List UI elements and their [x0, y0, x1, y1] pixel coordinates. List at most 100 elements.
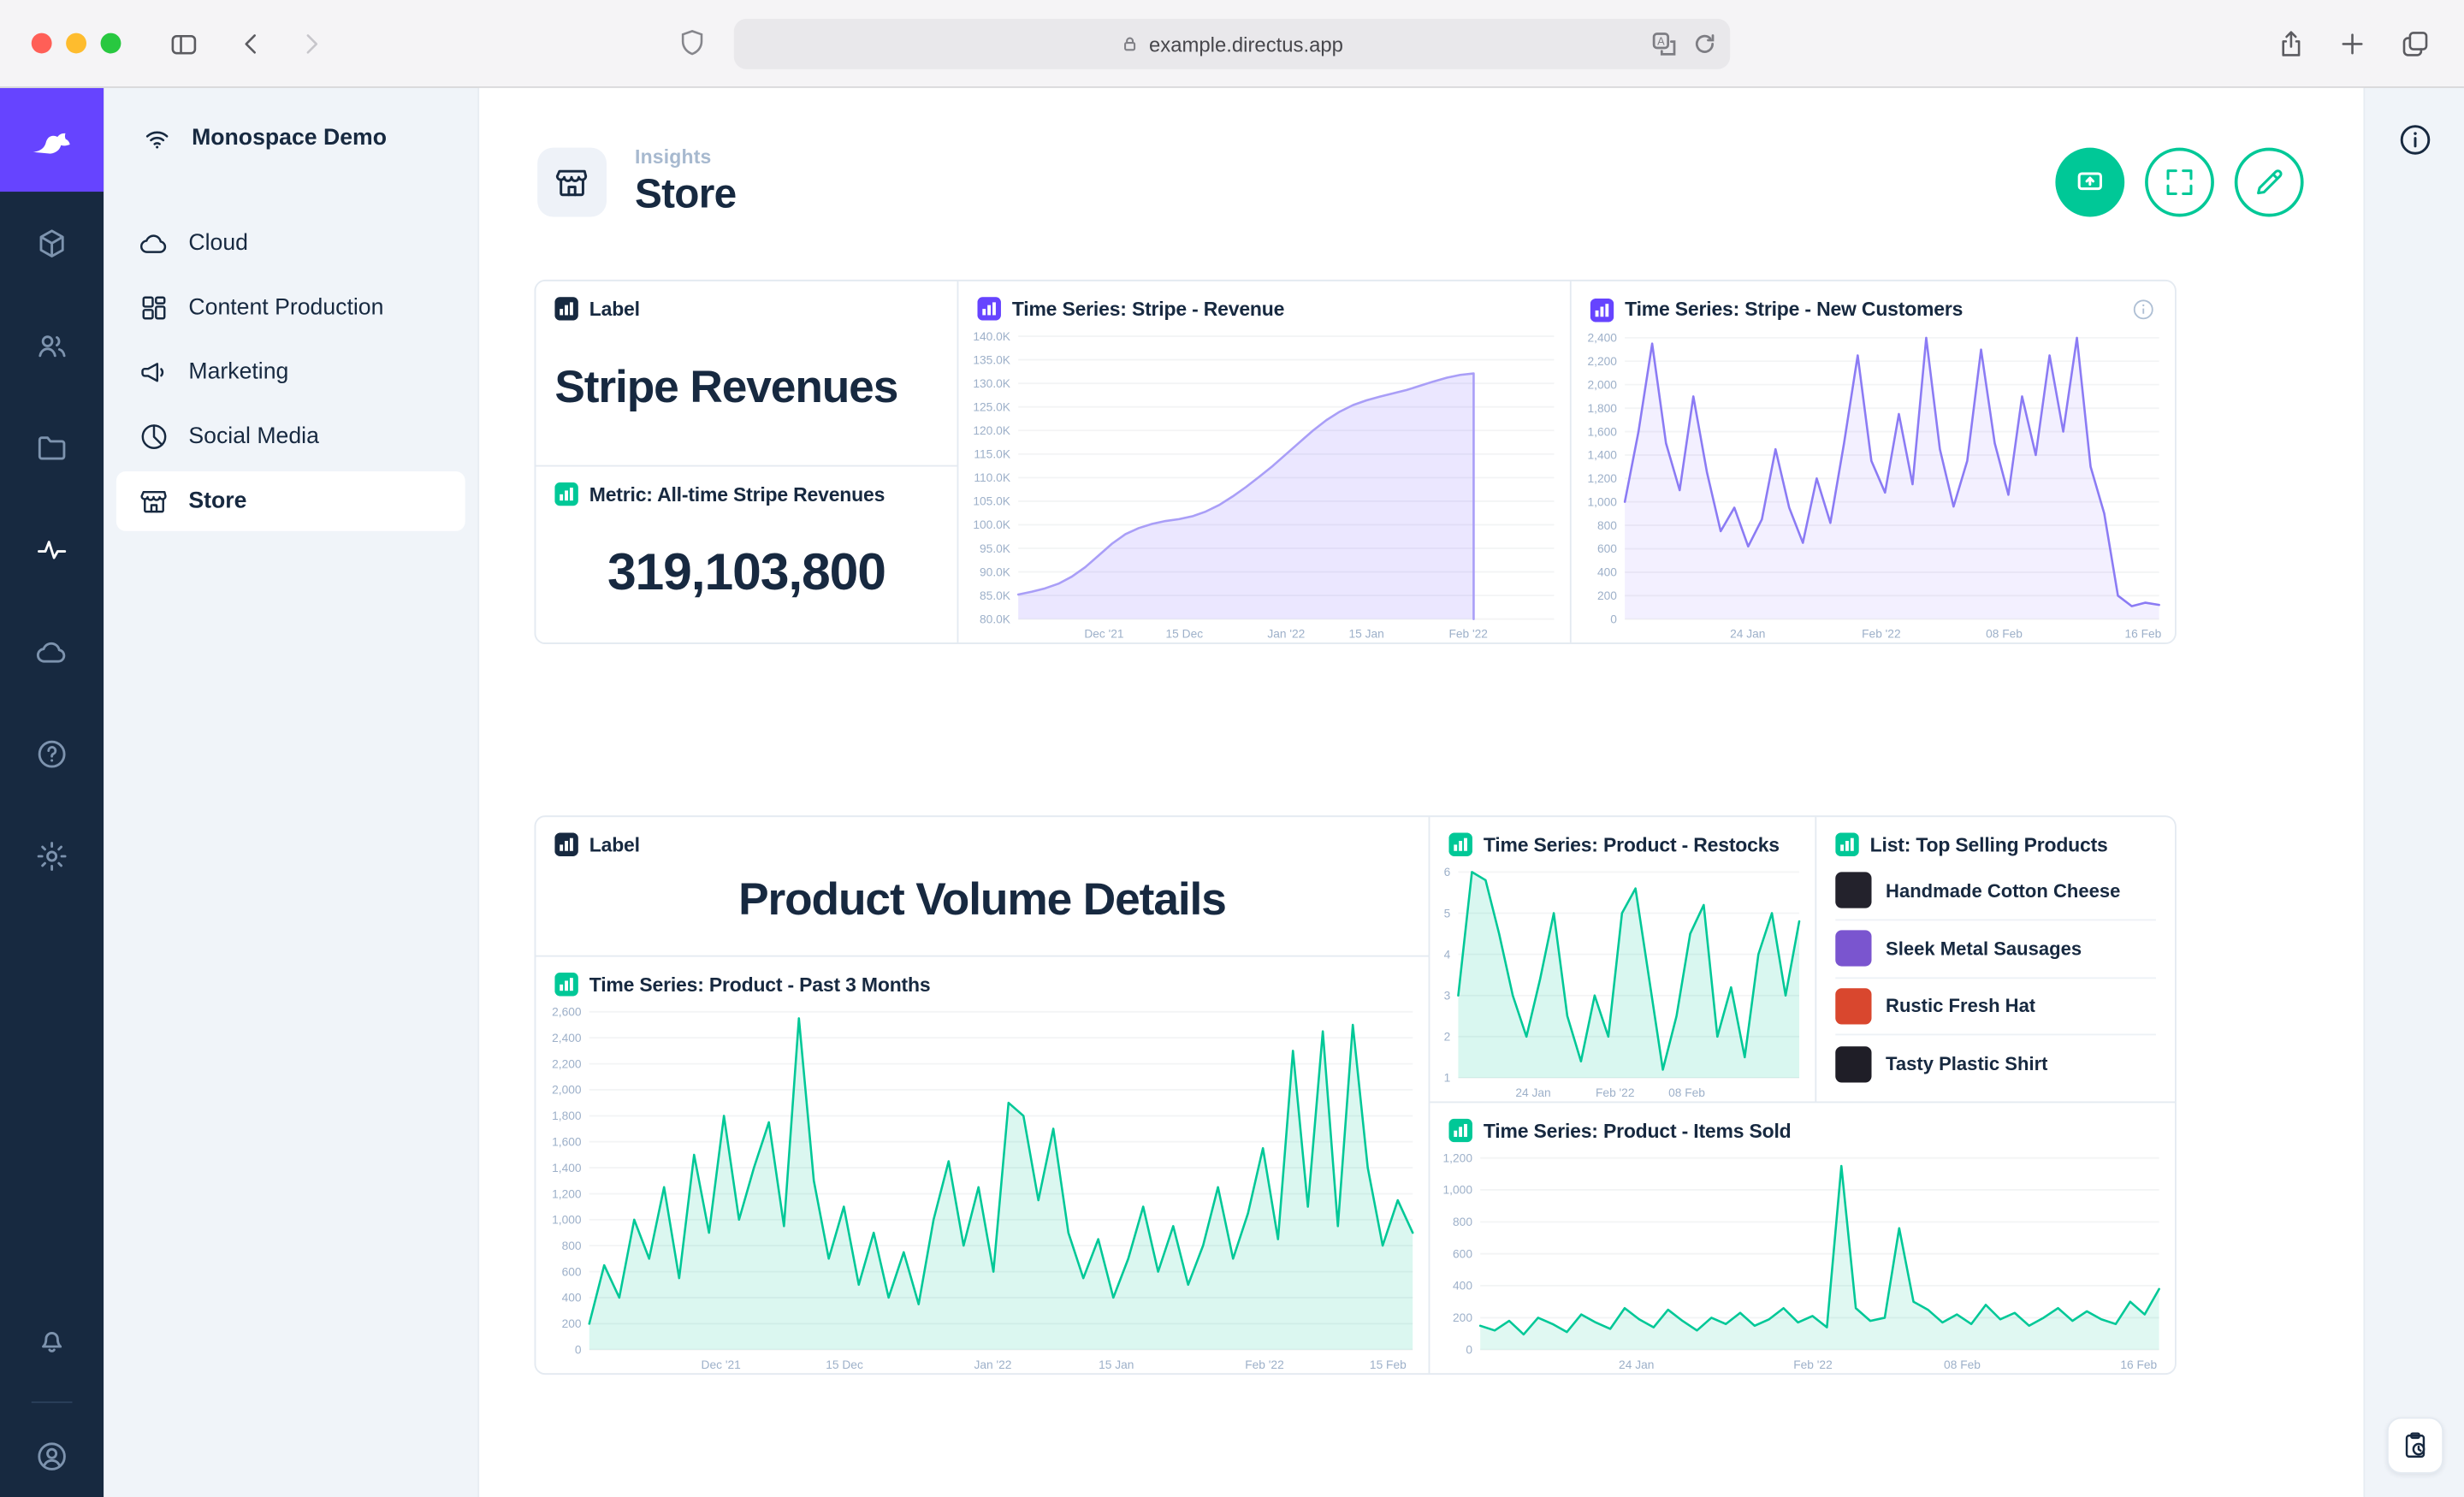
- panel-row-2: Label Product Volume Details Time Series…: [534, 815, 2176, 1375]
- chevron-left-icon: [236, 28, 268, 60]
- module-users-button[interactable]: [0, 293, 104, 395]
- address-bar[interactable]: example.directus.app A: [734, 19, 1730, 69]
- share-button[interactable]: [2269, 22, 2313, 66]
- share-icon: [2276, 28, 2307, 60]
- gear-icon: [34, 838, 68, 873]
- svg-text:125.0K: 125.0K: [973, 400, 1010, 413]
- svg-text:2,200: 2,200: [552, 1057, 582, 1070]
- sidebar-item-marketing[interactable]: Marketing: [116, 342, 465, 402]
- fullscreen-icon: [2162, 165, 2196, 199]
- svg-text:15 Dec: 15 Dec: [1166, 628, 1204, 641]
- svg-text:2,400: 2,400: [552, 1032, 582, 1044]
- sidebar-toggle-icon: [169, 28, 200, 60]
- user-avatar-button[interactable]: [0, 1416, 104, 1497]
- sidebar-toggle-button[interactable]: [162, 22, 205, 66]
- forward-button[interactable]: [289, 22, 333, 66]
- product-items-sold-chart: 1,2001,000800600400200024 JanFeb '2208 F…: [1430, 1145, 2175, 1373]
- panel-type-icon: [554, 482, 578, 506]
- module-settings-button[interactable]: [0, 804, 104, 906]
- svg-text:80.0K: 80.0K: [980, 612, 1011, 625]
- module-cloud-button[interactable]: [0, 601, 104, 702]
- svg-text:6: 6: [1444, 866, 1451, 879]
- module-help-button[interactable]: [0, 702, 104, 804]
- zoom-button[interactable]: [2055, 148, 2124, 217]
- list-item[interactable]: Rustic Fresh Hat: [1835, 978, 2156, 1035]
- product-name: Sleek Metal Sausages: [1886, 938, 2082, 960]
- window-minimize-button[interactable]: [66, 33, 86, 54]
- panel-type-icon: [1835, 832, 1859, 856]
- panel-product-restocks-chart: Time Series: Product - Restocks 65432124…: [1430, 817, 1815, 1101]
- panel-header-label: List: Top Selling Products: [1870, 833, 2108, 855]
- dashboard-list: Cloud Content Production Marketing Socia…: [104, 214, 477, 536]
- svg-text:Dec '21: Dec '21: [702, 1358, 741, 1371]
- plus-icon: [2337, 28, 2368, 60]
- sidebar-item-label: Marketing: [188, 360, 288, 385]
- cloud-icon: [34, 634, 68, 668]
- notifications-button[interactable]: [0, 1287, 104, 1388]
- info-sidebar-button[interactable]: [2396, 121, 2433, 158]
- panel-type-icon: [1448, 832, 1472, 856]
- sidebar-item-content-production[interactable]: Content Production: [116, 278, 465, 338]
- project-header[interactable]: Monospace Demo: [104, 88, 477, 189]
- panel-header-label: Label: [589, 833, 640, 855]
- module-insights-button[interactable]: [0, 498, 104, 600]
- module-files-button[interactable]: [0, 396, 104, 498]
- product-past-3-months-chart: 2,6002,4002,2002,0001,8001,6001,4001,200…: [536, 999, 1428, 1373]
- module-content-button[interactable]: [0, 192, 104, 293]
- window-close-button[interactable]: [32, 33, 52, 54]
- svg-text:1,200: 1,200: [552, 1187, 582, 1200]
- svg-text:2,400: 2,400: [1588, 332, 1618, 345]
- signal-icon: [141, 122, 173, 154]
- svg-text:15 Feb: 15 Feb: [1370, 1358, 1407, 1371]
- svg-text:400: 400: [1453, 1280, 1472, 1293]
- svg-text:08 Feb: 08 Feb: [1986, 628, 2023, 641]
- svg-text:08 Feb: 08 Feb: [1944, 1358, 1981, 1371]
- sidebar-item-store[interactable]: Store: [116, 471, 465, 531]
- list-item[interactable]: Sleek Metal Sausages: [1835, 920, 2156, 978]
- product-restocks-chart: 65432124 JanFeb '2208 Feb: [1430, 860, 1815, 1102]
- svg-text:90.0K: 90.0K: [980, 565, 1011, 578]
- back-button[interactable]: [229, 22, 273, 66]
- svg-text:95.0K: 95.0K: [980, 542, 1011, 555]
- svg-text:1,200: 1,200: [1588, 472, 1618, 485]
- fullscreen-button[interactable]: [2145, 148, 2214, 217]
- breadcrumb[interactable]: Insights: [635, 146, 736, 169]
- svg-text:1,000: 1,000: [1443, 1184, 1473, 1197]
- panel-info-icon[interactable]: [2131, 297, 2156, 322]
- panel-header-label: Label: [589, 298, 640, 320]
- new-tab-button[interactable]: [2331, 22, 2374, 66]
- activity-log-button[interactable]: [2386, 1417, 2443, 1474]
- tabs-overview-button[interactable]: [2393, 22, 2437, 66]
- panel-header-label: Metric: All-time Stripe Revenues: [589, 483, 885, 506]
- sidebar-item-cloud[interactable]: Cloud: [116, 214, 465, 274]
- svg-text:2,600: 2,600: [552, 1006, 582, 1019]
- panel-label-stripe: Label Stripe Revenues: [536, 281, 957, 465]
- metric-value: 319,103,800: [536, 509, 957, 642]
- svg-text:100.0K: 100.0K: [973, 518, 1010, 531]
- svg-text:1,600: 1,600: [1588, 425, 1618, 438]
- edit-dashboard-button[interactable]: [2235, 148, 2304, 217]
- reload-icon[interactable]: [1692, 32, 1717, 56]
- megaphone-icon: [139, 357, 170, 388]
- product-thumbnail: [1835, 873, 1871, 908]
- svg-text:15 Jan: 15 Jan: [1349, 628, 1384, 641]
- svg-text:Feb '22: Feb '22: [1448, 628, 1488, 641]
- svg-text:08 Feb: 08 Feb: [1668, 1086, 1705, 1099]
- screen: example.directus.app A: [0, 0, 2464, 1497]
- list-item[interactable]: Tasty Plastic Shirt: [1835, 1036, 2156, 1092]
- svg-text:1,000: 1,000: [552, 1214, 582, 1227]
- sidebar-item-social-media[interactable]: Social Media: [116, 407, 465, 467]
- svg-text:Feb '22: Feb '22: [1596, 1086, 1635, 1099]
- svg-text:200: 200: [1453, 1311, 1472, 1324]
- directus-logo[interactable]: [0, 88, 104, 192]
- privacy-shield-icon: [676, 27, 709, 60]
- list-item[interactable]: Handmade Cotton Cheese: [1835, 862, 2156, 920]
- svg-text:400: 400: [1597, 566, 1617, 579]
- svg-text:2,000: 2,000: [552, 1084, 582, 1097]
- window-zoom-button[interactable]: [101, 33, 121, 54]
- panel-row-1: Label Stripe Revenues Metric: All-time S…: [534, 280, 2176, 644]
- svg-text:Jan '22: Jan '22: [1267, 628, 1305, 641]
- translate-icon[interactable]: A: [1651, 32, 1676, 56]
- svg-text:400: 400: [562, 1292, 582, 1305]
- box-icon: [34, 226, 68, 260]
